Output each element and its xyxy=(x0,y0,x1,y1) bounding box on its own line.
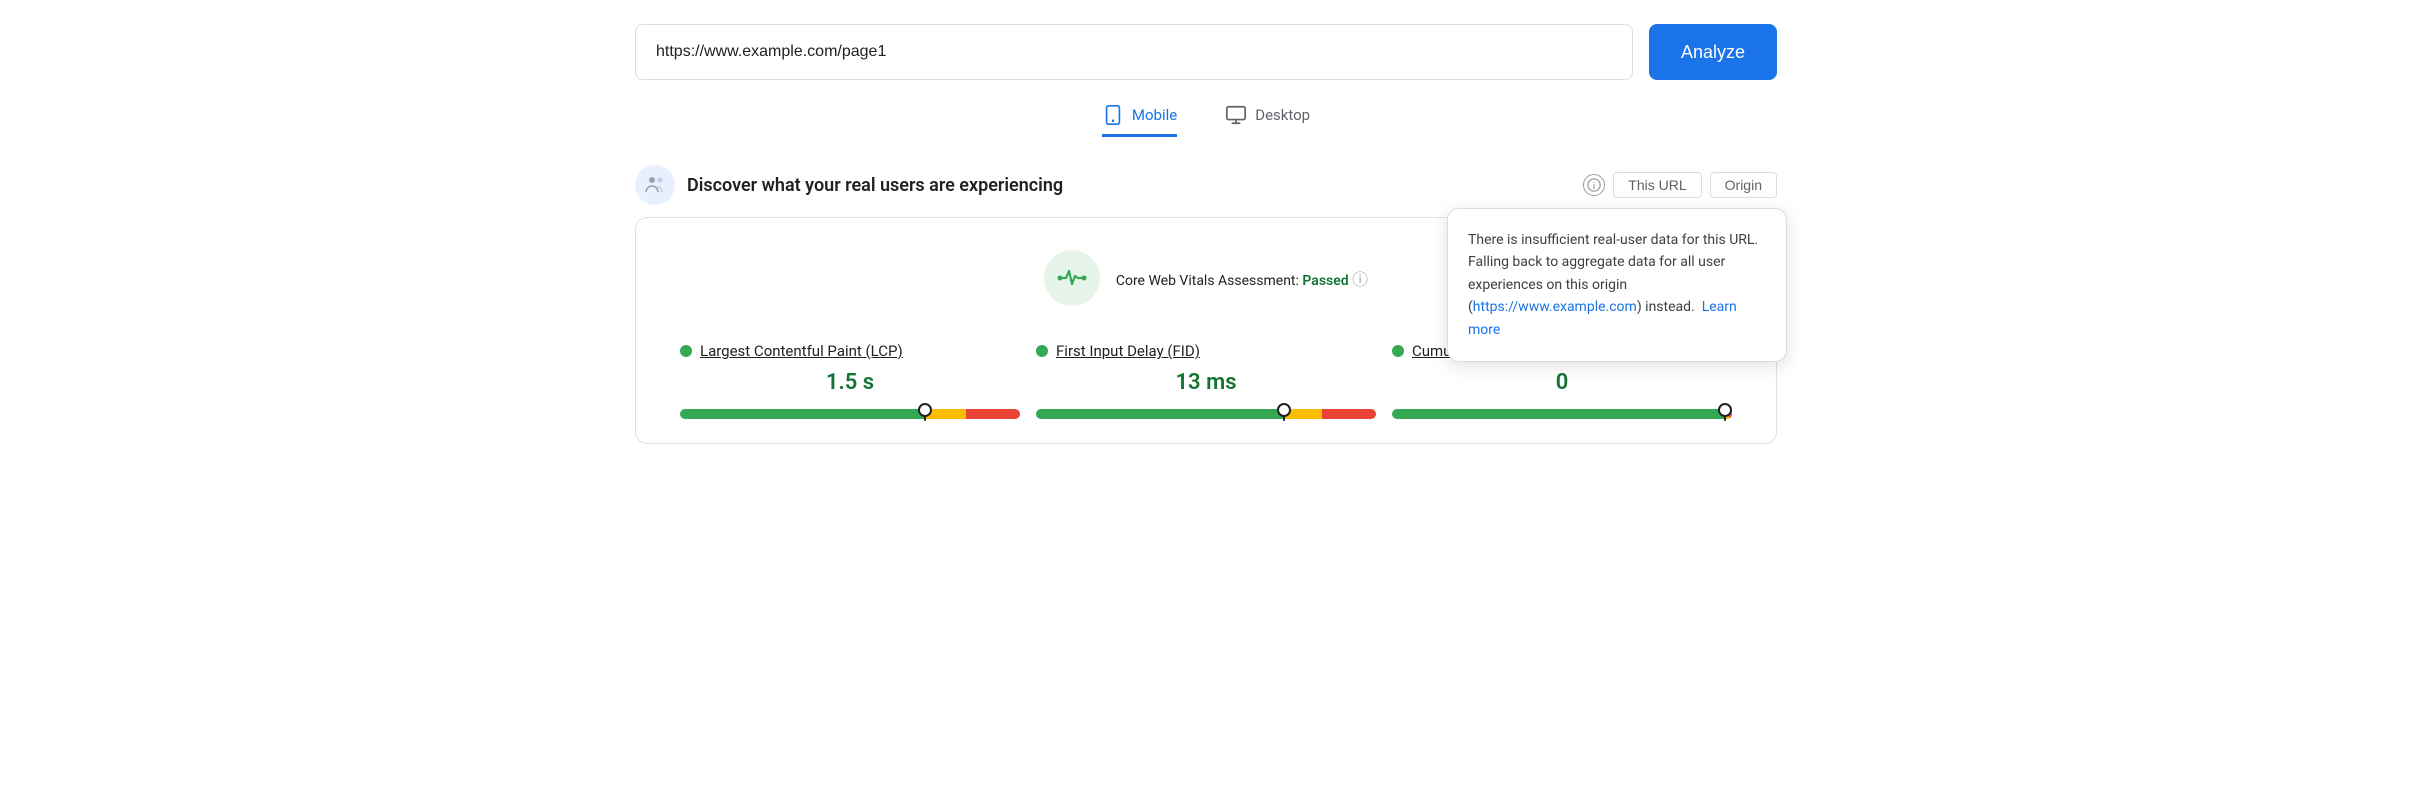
seg-red-lcp xyxy=(966,409,1020,419)
progress-bar-cls xyxy=(1392,409,1732,419)
progress-bar-fid xyxy=(1036,409,1376,419)
metric-label-text-fid[interactable]: First Input Delay (FID) xyxy=(1056,342,1200,360)
vitals-icon xyxy=(1044,250,1100,306)
info-circle-icon: i xyxy=(1587,178,1601,192)
progress-indicator-cls xyxy=(1724,407,1726,421)
progress-indicator-fid xyxy=(1283,407,1285,421)
metric-dot-fid xyxy=(1036,345,1048,357)
analyze-button[interactable]: Analyze xyxy=(1649,24,1777,80)
section-title: Discover what your real users are experi… xyxy=(687,175,1063,196)
tooltip-box: There is insufficient real-user data for… xyxy=(1447,208,1787,362)
progress-indicator-lcp xyxy=(924,407,926,421)
metric-dot-cls xyxy=(1392,345,1404,357)
pulse-icon xyxy=(1056,262,1088,294)
section-header: Discover what your real users are experi… xyxy=(635,165,1777,205)
metric-value-lcp: 1.5 s xyxy=(680,370,1020,395)
progress-track-cls xyxy=(1392,409,1732,419)
section-title-group: Discover what your real users are experi… xyxy=(635,165,1063,205)
url-input[interactable] xyxy=(635,24,1633,80)
metric-label-lcp: Largest Contentful Paint (LCP) xyxy=(680,342,1020,360)
vitals-help-icon[interactable]: ⓘ xyxy=(1352,270,1368,289)
vitals-assessment: Core Web Vitals Assessment: Passed ⓘ xyxy=(1116,266,1368,290)
seg-green-fid xyxy=(1036,409,1284,419)
tab-row: Mobile Desktop xyxy=(635,104,1777,137)
seg-red-fid xyxy=(1322,409,1376,419)
seg-green-cls xyxy=(1392,409,1725,419)
this-url-button[interactable]: This URL xyxy=(1613,172,1701,198)
url-row: Analyze xyxy=(635,24,1777,80)
metric-value-cls: 0 xyxy=(1392,370,1732,395)
seg-green-lcp xyxy=(680,409,925,419)
page-wrapper: Analyze Mobile Desktop xyxy=(603,0,1809,468)
svg-text:i: i xyxy=(1593,182,1595,192)
progress-track-lcp xyxy=(680,409,1020,419)
users-icon xyxy=(643,173,667,197)
section-avatar xyxy=(635,165,675,205)
mobile-icon xyxy=(1102,104,1124,126)
info-icon[interactable]: i xyxy=(1583,174,1605,196)
metric-col-fid: First Input Delay (FID) 13 ms xyxy=(1028,342,1384,419)
metric-value-fid: 13 ms xyxy=(1036,370,1376,395)
vitals-status: Passed xyxy=(1302,273,1348,289)
progress-bar-lcp xyxy=(680,409,1020,419)
url-toggle-group: i This URL Origin There is insufficient … xyxy=(1583,172,1777,198)
metric-col-lcp: Largest Contentful Paint (LCP) 1.5 s xyxy=(672,342,1028,419)
metric-dot-lcp xyxy=(680,345,692,357)
metric-label-fid: First Input Delay (FID) xyxy=(1036,342,1376,360)
origin-button[interactable]: Origin xyxy=(1710,172,1777,198)
progress-track-fid xyxy=(1036,409,1376,419)
tab-desktop-label: Desktop xyxy=(1255,106,1310,124)
tooltip-link[interactable]: https://www.example.com xyxy=(1473,299,1637,315)
tab-desktop[interactable]: Desktop xyxy=(1225,104,1310,137)
desktop-icon xyxy=(1225,104,1247,126)
tab-mobile[interactable]: Mobile xyxy=(1102,104,1177,137)
tooltip-text-suffix: ) instead. xyxy=(1637,299,1695,315)
metric-label-text-lcp[interactable]: Largest Contentful Paint (LCP) xyxy=(700,342,903,360)
tab-mobile-label: Mobile xyxy=(1132,106,1177,124)
vitals-assessment-label: Core Web Vitals Assessment: xyxy=(1116,273,1299,289)
